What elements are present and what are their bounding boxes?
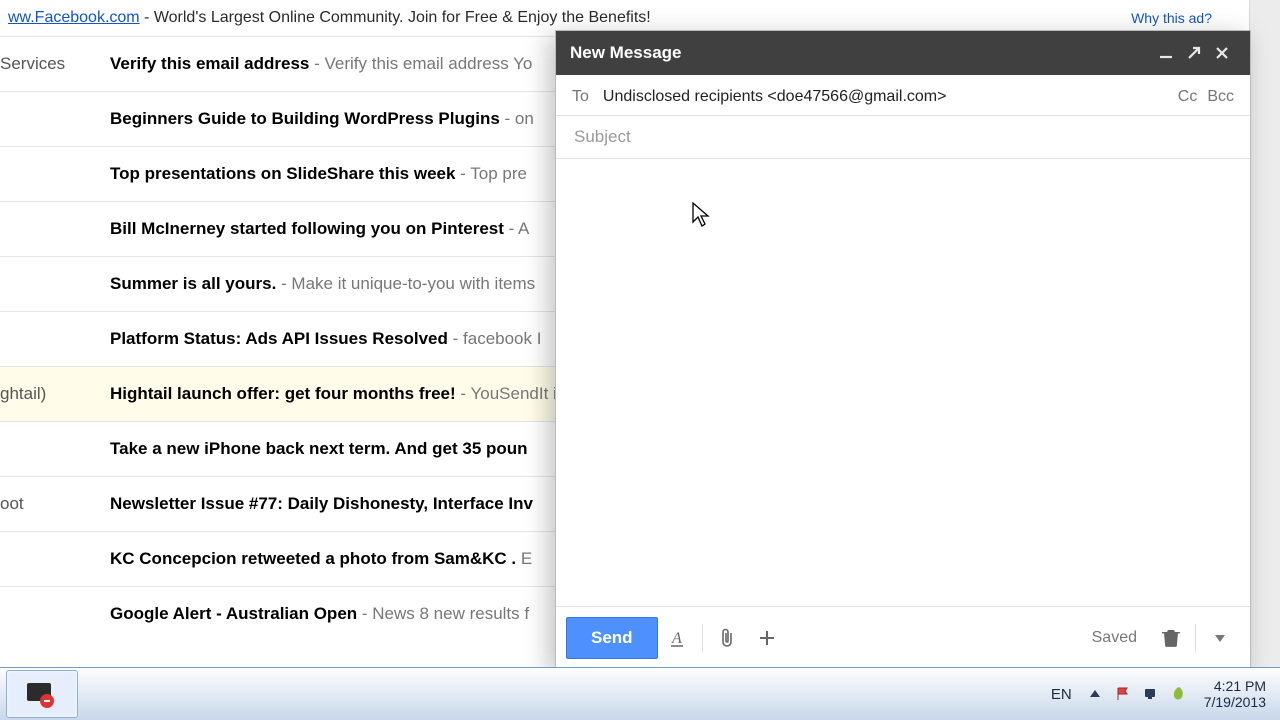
- email-subject-line: Bill McInerney started following you on …: [110, 219, 529, 239]
- ad-text: ww.Facebook.com - World's Largest Online…: [8, 9, 1131, 27]
- system-tray: EN 4:21 PM 7/19/2013: [1047, 678, 1280, 710]
- compose-header: New Message: [556, 31, 1250, 75]
- email-subject: Newsletter Issue #77: Daily Dishonesty, …: [110, 494, 533, 513]
- compose-title: New Message: [570, 43, 1152, 63]
- email-subject: Beginners Guide to Building WordPress Pl…: [110, 109, 500, 128]
- formatting-button[interactable]: A: [658, 618, 698, 658]
- email-preview: - facebook I: [448, 329, 542, 348]
- email-subject: Bill McInerney started following you on …: [110, 219, 504, 238]
- email-subject-line: Hightail launch offer: get four months f…: [110, 384, 565, 404]
- clock-time: 4:21 PM: [1204, 678, 1266, 694]
- subject-input[interactable]: [572, 126, 1238, 148]
- email-subject-line: Top presentations on SlideShare this wee…: [110, 164, 527, 184]
- email-sender: ghtail): [0, 384, 110, 404]
- vertical-scrollbar[interactable]: [1249, 0, 1280, 668]
- email-preview: - on: [500, 109, 534, 128]
- to-input[interactable]: [601, 87, 1168, 107]
- taskbar: EN 4:21 PM 7/19/2013: [0, 667, 1280, 720]
- flag-icon[interactable]: [1114, 685, 1132, 703]
- attach-button[interactable]: [707, 618, 747, 658]
- email-subject: KC Concepcion retweeted a photo from Sam…: [110, 549, 516, 568]
- ad-link[interactable]: ww.Facebook.com: [8, 9, 140, 26]
- email-subject: Google Alert - Australian Open: [110, 604, 357, 623]
- clock-date: 7/19/2013: [1204, 694, 1266, 710]
- taskbar-left: [0, 668, 84, 720]
- email-subject: Hightail launch offer: get four months f…: [110, 384, 456, 403]
- more-options-button[interactable]: [1200, 618, 1240, 658]
- show-hidden-icons-button[interactable]: [1086, 685, 1104, 703]
- email-preview: - A: [504, 219, 530, 238]
- cc-button[interactable]: Cc: [1178, 88, 1198, 106]
- network-icon[interactable]: [1142, 685, 1160, 703]
- email-subject: Verify this email address: [110, 54, 309, 73]
- email-preview: - YouSendIt is: [456, 384, 566, 403]
- email-subject-line: Verify this email address - Verify this …: [110, 54, 532, 74]
- saved-label: Saved: [1092, 629, 1137, 647]
- email-subject-line: Beginners Guide to Building WordPress Pl…: [110, 109, 534, 129]
- email-subject: Top presentations on SlideShare this wee…: [110, 164, 455, 183]
- email-subject: Take a new iPhone back next term. And ge…: [110, 439, 528, 458]
- close-button[interactable]: [1208, 39, 1236, 67]
- email-preview: - Top pre: [455, 164, 527, 183]
- separator: [702, 624, 703, 652]
- email-sender: Services: [0, 54, 110, 74]
- email-subject-line: Take a new iPhone back next term. And ge…: [110, 439, 528, 459]
- email-subject-line: Google Alert - Australian Open - News 8 …: [110, 604, 529, 624]
- minimize-button[interactable]: [1152, 39, 1180, 67]
- ad-rest: - World's Largest Online Community. Join…: [140, 9, 651, 26]
- insert-button[interactable]: [747, 618, 787, 658]
- compose-footer: Send A Saved: [556, 606, 1250, 669]
- email-subject-line: KC Concepcion retweeted a photo from Sam…: [110, 549, 532, 569]
- taskbar-app-button[interactable]: [6, 670, 78, 718]
- language-indicator[interactable]: EN: [1047, 684, 1076, 705]
- why-this-ad-link[interactable]: Why this ad?: [1131, 10, 1212, 26]
- to-row: To Cc Bcc: [556, 75, 1250, 116]
- email-subject: Summer is all yours.: [110, 274, 276, 293]
- discard-button[interactable]: [1151, 618, 1191, 658]
- email-preview: E: [516, 549, 532, 568]
- email-subject-line: Platform Status: Ads API Issues Resolved…: [110, 329, 541, 349]
- email-sender: oot: [0, 494, 110, 514]
- email-preview: - Make it unique-to-you with items: [276, 274, 535, 293]
- email-subject-line: Summer is all yours. - Make it unique-to…: [110, 274, 535, 294]
- svg-text:A: A: [671, 630, 682, 647]
- email-subject: Platform Status: Ads API Issues Resolved: [110, 329, 448, 348]
- subject-row: [556, 116, 1250, 159]
- separator: [1195, 624, 1196, 652]
- tray-app-icon[interactable]: [1170, 685, 1188, 703]
- popout-button[interactable]: [1180, 39, 1208, 67]
- bcc-button[interactable]: Bcc: [1207, 88, 1234, 106]
- email-preview: - News 8 new results f: [357, 604, 529, 623]
- compose-window: New Message To Cc Bcc Send A: [555, 30, 1251, 670]
- clock[interactable]: 4:21 PM 7/19/2013: [1198, 678, 1272, 710]
- email-preview: - Verify this email address Yo: [309, 54, 532, 73]
- send-button[interactable]: Send: [566, 617, 658, 659]
- to-label: To: [572, 88, 589, 106]
- email-subject-line: Newsletter Issue #77: Daily Dishonesty, …: [110, 494, 533, 514]
